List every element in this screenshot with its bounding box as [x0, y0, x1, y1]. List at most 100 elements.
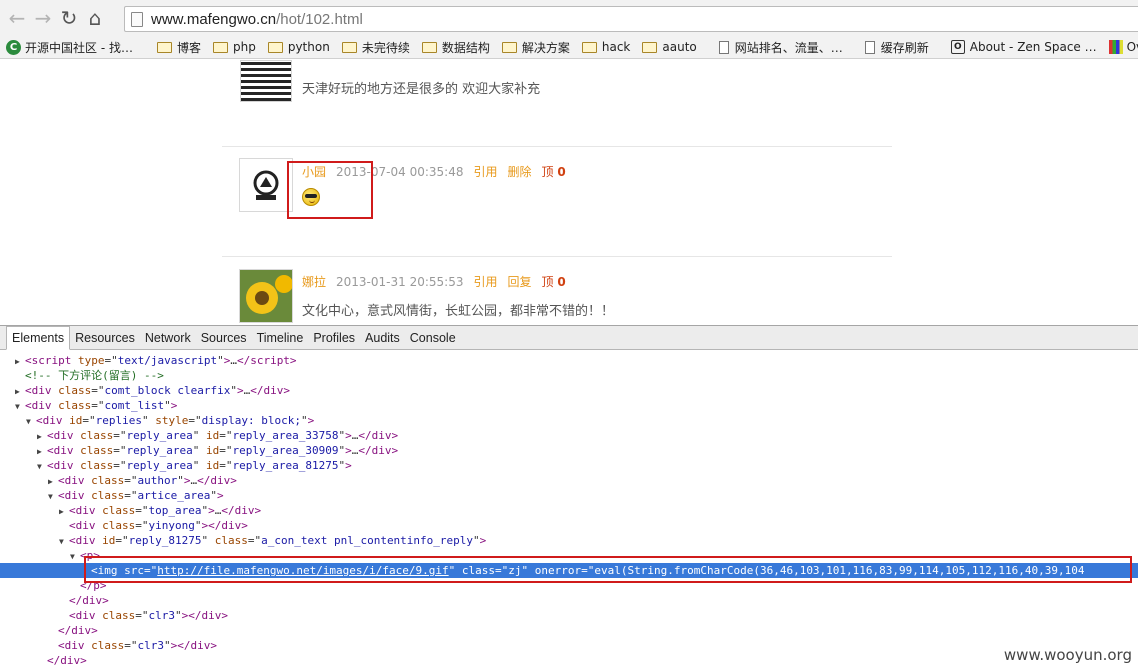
favicon-o-icon: O [951, 40, 965, 54]
avatar[interactable] [239, 158, 293, 212]
bookmark-item[interactable]: python [262, 37, 336, 57]
forward-icon[interactable]: → [30, 5, 56, 31]
tab-resources[interactable]: Resources [70, 327, 140, 349]
watermark: www.wooyun.org [1004, 646, 1132, 664]
bookmark-item[interactable]: 博客 [151, 37, 207, 57]
dom-node[interactable]: ▶<script type="text/javascript">…</scrip… [0, 353, 1138, 368]
comment-text: 文化中心，意式风情街，长虹公园，都非常不错的！！ [302, 300, 614, 319]
bookmark-label: php [233, 40, 256, 54]
bookmark-item[interactable]: 缓存刷新 [859, 37, 935, 57]
collapse-arrow-icon[interactable]: ▼ [70, 549, 80, 563]
dom-node[interactable]: <!-- 下方评论(留言) --> [0, 368, 1138, 383]
bookmark-label: 数据结构 [442, 39, 490, 56]
dom-node-markup: <!-- 下方评论(留言) --> [25, 369, 164, 382]
address-bar[interactable]: www.mafengwo.cn/hot/102.html [124, 6, 1138, 32]
bookmark-item[interactable]: aauto [636, 37, 702, 57]
tab-sources[interactable]: Sources [196, 327, 252, 349]
back-icon[interactable]: ← [4, 5, 30, 31]
dom-node-markup: <div class="comt_list"> [25, 399, 177, 412]
dom-node[interactable]: ▶<div class="reply_area" id="reply_area_… [0, 428, 1138, 443]
collapse-arrow-icon[interactable]: ▼ [37, 459, 47, 473]
page-icon [719, 41, 729, 54]
avatar-icon [240, 159, 292, 211]
expand-arrow-icon[interactable]: ▶ [15, 354, 25, 368]
bookmark-label: 未完待续 [362, 39, 410, 56]
bookmark-item[interactable]: 数据结构 [416, 37, 496, 57]
bookmark-item[interactable]: php [207, 37, 262, 57]
page-icon [865, 41, 875, 54]
bookmark-item[interactable]: 网站排名、流量、… [713, 37, 849, 57]
dom-node-markup: <div class="clr3"></div> [58, 639, 217, 652]
collapse-arrow-icon[interactable]: ▼ [15, 399, 25, 413]
tab-console[interactable]: Console [405, 327, 461, 349]
dom-node[interactable]: ▼<div class="artice_area"> [0, 488, 1138, 503]
page-icon [131, 12, 143, 27]
dom-node[interactable]: ▼<div id="replies" style="display: block… [0, 413, 1138, 428]
dom-node[interactable]: ▶<div class="reply_area" id="reply_area_… [0, 443, 1138, 458]
avatar[interactable] [239, 269, 293, 323]
comment-author[interactable]: 娜拉 [302, 273, 326, 290]
upvote-link[interactable]: 顶 0 [542, 163, 566, 180]
bookmark-label: 开源中国社区 - 找… [25, 39, 133, 56]
dom-node[interactable]: <div class="clr3"></div> [0, 638, 1138, 653]
bookmarks-bar: C开源中国社区 - 找… 博客 php python 未完待续 数据结构 解决方案 hacka… [0, 36, 1138, 59]
tab-profiles[interactable]: Profiles [308, 327, 360, 349]
dom-node[interactable]: </div> [0, 623, 1138, 638]
bookmark-item[interactable]: 未完待续 [336, 37, 416, 57]
home-icon[interactable]: ⌂ [82, 5, 108, 31]
dom-node[interactable]: </div> [0, 593, 1138, 608]
favicon-bars-icon [1109, 40, 1123, 54]
dom-node[interactable]: ▶<div class="author">…</div> [0, 473, 1138, 488]
expand-arrow-icon[interactable]: ▶ [59, 504, 69, 518]
expand-arrow-icon[interactable]: ▶ [37, 429, 47, 443]
expand-arrow-icon[interactable]: ▶ [15, 384, 25, 398]
folder-icon [157, 42, 172, 53]
dom-node[interactable]: ▼<div id="reply_81275" class="a_con_text… [0, 533, 1138, 548]
bookmark-label: hack [602, 40, 631, 54]
bookmark-label: 缓存刷新 [881, 39, 929, 56]
bookmark-item[interactable]: OAbout - Zen Space … [945, 37, 1103, 57]
dom-node[interactable]: ▼<div class="comt_list"> [0, 398, 1138, 413]
dom-node-markup: <div class="author">…</div> [58, 474, 237, 487]
comment-meta: 娜拉 2013-01-31 20:55:53 引用 回复 顶 0 [302, 273, 566, 290]
dom-node[interactable]: ▶<div class="comt_block clearfix">…</div… [0, 383, 1138, 398]
dom-node[interactable]: ▼<div class="reply_area" id="reply_area_… [0, 458, 1138, 473]
dom-node-markup: <div class="artice_area"> [58, 489, 224, 502]
folder-icon [268, 42, 283, 53]
reload-icon[interactable]: ↻ [56, 5, 82, 31]
upvote-link[interactable]: 顶 0 [542, 273, 566, 290]
bookmark-item[interactable]: hack [576, 37, 637, 57]
collapse-arrow-icon[interactable]: ▼ [59, 534, 69, 548]
dom-node[interactable]: ▶<div class="top_area">…</div> [0, 503, 1138, 518]
bookmark-label: python [288, 40, 330, 54]
comment-divider [222, 256, 892, 257]
bookmark-item[interactable]: OverAPI [1103, 37, 1138, 57]
tab-elements[interactable]: Elements [6, 326, 70, 350]
bookmark-label: 博客 [177, 39, 201, 56]
tab-timeline[interactable]: Timeline [252, 327, 309, 349]
dom-node-markup: <script type="text/javascript">…</script… [25, 354, 297, 367]
collapse-arrow-icon[interactable]: ▼ [26, 414, 36, 428]
dom-node[interactable]: <div class="clr3"></div> [0, 608, 1138, 623]
upvote-count: 0 [557, 165, 565, 179]
bookmark-label: 解决方案 [522, 39, 570, 56]
folder-icon [422, 42, 437, 53]
bookmark-item[interactable]: C开源中国社区 - 找… [0, 37, 139, 57]
quote-link[interactable]: 引用 [473, 273, 497, 290]
tab-audits[interactable]: Audits [360, 327, 405, 349]
url-path: /hot/102.html [276, 11, 363, 28]
reply-link[interactable]: 回复 [507, 273, 531, 290]
expand-arrow-icon[interactable]: ▶ [48, 474, 58, 488]
bookmark-label: OverAPI [1127, 40, 1138, 54]
dom-node[interactable]: <div class="yinyong"></div> [0, 518, 1138, 533]
url-host: www.mafengwo.cn [151, 11, 276, 28]
expand-arrow-icon[interactable]: ▶ [37, 444, 47, 458]
delete-link[interactable]: 删除 [507, 163, 531, 180]
tab-network[interactable]: Network [140, 327, 196, 349]
upvote-label: 顶 [542, 165, 554, 179]
quote-link[interactable]: 引用 [473, 163, 497, 180]
collapse-arrow-icon[interactable]: ▼ [48, 489, 58, 503]
bookmark-label: 网站排名、流量、… [735, 39, 843, 56]
highlight-box [287, 161, 373, 219]
bookmark-item[interactable]: 解决方案 [496, 37, 576, 57]
